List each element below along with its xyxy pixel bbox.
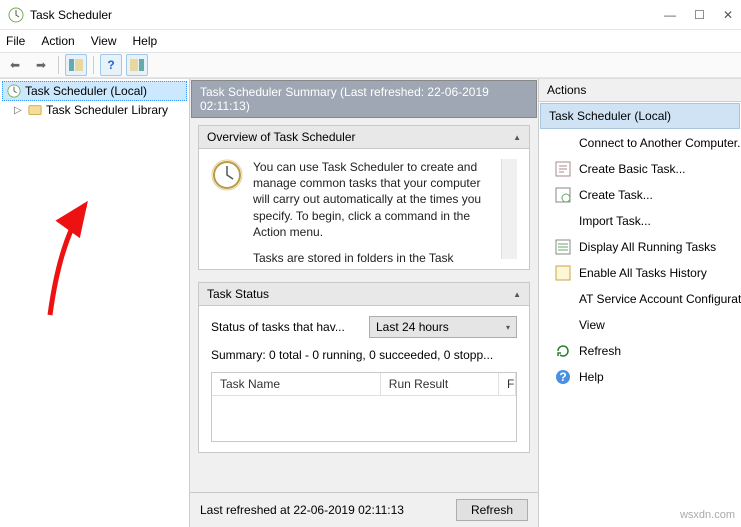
action-at-service-config[interactable]: AT Service Account Configuration — [539, 286, 741, 312]
action-view[interactable]: View — [539, 312, 741, 338]
toolbar: ⬅ ➡ ? — [0, 52, 741, 78]
navigation-tree: Task Scheduler (Local) ▷ Task Scheduler … — [0, 79, 190, 527]
actions-pane-title: Actions — [539, 79, 741, 102]
task-status-title: Task Status — [207, 287, 269, 301]
library-icon — [28, 103, 42, 117]
actions-context-header: Task Scheduler (Local) — [540, 103, 740, 129]
action-create-basic-task[interactable]: Create Basic Task... — [539, 156, 741, 182]
minimize-button[interactable]: — — [664, 8, 676, 22]
history-icon — [555, 265, 571, 281]
back-button[interactable]: ⬅ — [4, 54, 26, 76]
action-label: Create Basic Task... — [579, 162, 686, 176]
action-refresh[interactable]: Refresh — [539, 338, 741, 364]
action-enable-history[interactable]: Enable All Tasks History — [539, 260, 741, 286]
overview-group: Overview of Task Scheduler ▲ You can use… — [198, 125, 530, 270]
action-label: View — [579, 318, 605, 332]
scheduler-icon — [7, 84, 21, 98]
status-summary-text: Summary: 0 total - 0 running, 0 succeede… — [211, 348, 517, 362]
overview-text-2: Tasks are stored in folders in the Task — [253, 250, 491, 266]
tree-item-library[interactable]: ▷ Task Scheduler Library — [2, 101, 187, 119]
basic-task-icon — [555, 161, 571, 177]
window-title: Task Scheduler — [30, 8, 664, 22]
svg-text:?: ? — [559, 370, 566, 384]
refresh-button[interactable]: Refresh — [456, 499, 528, 521]
action-label: Display All Running Tasks — [579, 240, 716, 254]
connect-icon — [555, 135, 571, 151]
watermark: wsxdn.com — [680, 509, 735, 521]
task-icon — [555, 187, 571, 203]
status-period-value: Last 24 hours — [376, 320, 449, 334]
action-label: Help — [579, 370, 604, 384]
show-hide-console-button[interactable] — [65, 54, 87, 76]
action-display-running[interactable]: Display All Running Tasks — [539, 234, 741, 260]
collapse-icon[interactable]: ▲ — [513, 290, 521, 299]
menu-file[interactable]: File — [6, 34, 25, 48]
menu-view[interactable]: View — [91, 34, 117, 48]
toolbar-separator — [93, 56, 94, 74]
title-bar: Task Scheduler — ☐ ✕ — [0, 0, 741, 30]
tree-item-label: Task Scheduler Library — [46, 103, 168, 117]
last-refreshed-text: Last refreshed at 22-06-2019 02:11:13 — [200, 503, 404, 517]
forward-button[interactable]: ➡ — [30, 54, 52, 76]
action-label: Create Task... — [579, 188, 653, 202]
col-task-name[interactable]: Task Name — [212, 373, 381, 395]
tree-root-label: Task Scheduler (Local) — [25, 84, 147, 98]
scheduler-icon — [8, 7, 24, 23]
summary-header: Task Scheduler Summary (Last refreshed: … — [191, 80, 537, 118]
expand-icon[interactable]: ▷ — [14, 105, 24, 116]
at-config-icon — [555, 291, 571, 307]
status-table: Task Name Run Result F — [211, 372, 517, 442]
actions-pane: Actions Task Scheduler (Local) Connect t… — [539, 79, 741, 527]
menu-bar: File Action View Help — [0, 30, 741, 52]
status-period-select[interactable]: Last 24 hours ▾ — [369, 316, 517, 338]
summary-pane: Task Scheduler Summary (Last refreshed: … — [190, 79, 539, 527]
tree-root-task-scheduler[interactable]: Task Scheduler (Local) — [2, 81, 187, 101]
menu-help[interactable]: Help — [133, 34, 158, 48]
chevron-down-icon: ▾ — [506, 323, 510, 332]
overview-title: Overview of Task Scheduler — [207, 130, 356, 144]
summary-footer: Last refreshed at 22-06-2019 02:11:13 Re… — [190, 492, 538, 527]
show-action-pane-button[interactable] — [126, 54, 148, 76]
action-label: Refresh — [579, 344, 621, 358]
task-status-group: Task Status ▲ Status of tasks that hav..… — [198, 282, 530, 453]
help-icon: ? — [555, 369, 571, 385]
running-icon — [555, 239, 571, 255]
clock-icon — [211, 159, 243, 191]
action-create-task[interactable]: Create Task... — [539, 182, 741, 208]
action-help[interactable]: ? Help — [539, 364, 741, 390]
menu-action[interactable]: Action — [41, 34, 74, 48]
col-extra[interactable]: F — [499, 373, 516, 395]
maximize-button[interactable]: ☐ — [694, 8, 705, 22]
col-run-result[interactable]: Run Result — [381, 373, 499, 395]
toolbar-separator — [58, 56, 59, 74]
view-icon — [555, 317, 571, 333]
action-import-task[interactable]: Import Task... — [539, 208, 741, 234]
status-period-label: Status of tasks that hav... — [211, 320, 361, 334]
action-label: Import Task... — [579, 214, 651, 228]
action-label: Enable All Tasks History — [579, 266, 707, 280]
action-label: AT Service Account Configuration — [579, 292, 741, 306]
close-button[interactable]: ✕ — [723, 8, 733, 22]
refresh-icon — [555, 343, 571, 359]
import-icon — [555, 213, 571, 229]
scrollbar[interactable] — [501, 159, 517, 259]
help-button[interactable]: ? — [100, 54, 122, 76]
collapse-icon[interactable]: ▲ — [513, 133, 521, 142]
action-connect-computer[interactable]: Connect to Another Computer... — [539, 130, 741, 156]
action-label: Connect to Another Computer... — [579, 136, 741, 150]
overview-text: You can use Task Scheduler to create and… — [253, 159, 491, 240]
